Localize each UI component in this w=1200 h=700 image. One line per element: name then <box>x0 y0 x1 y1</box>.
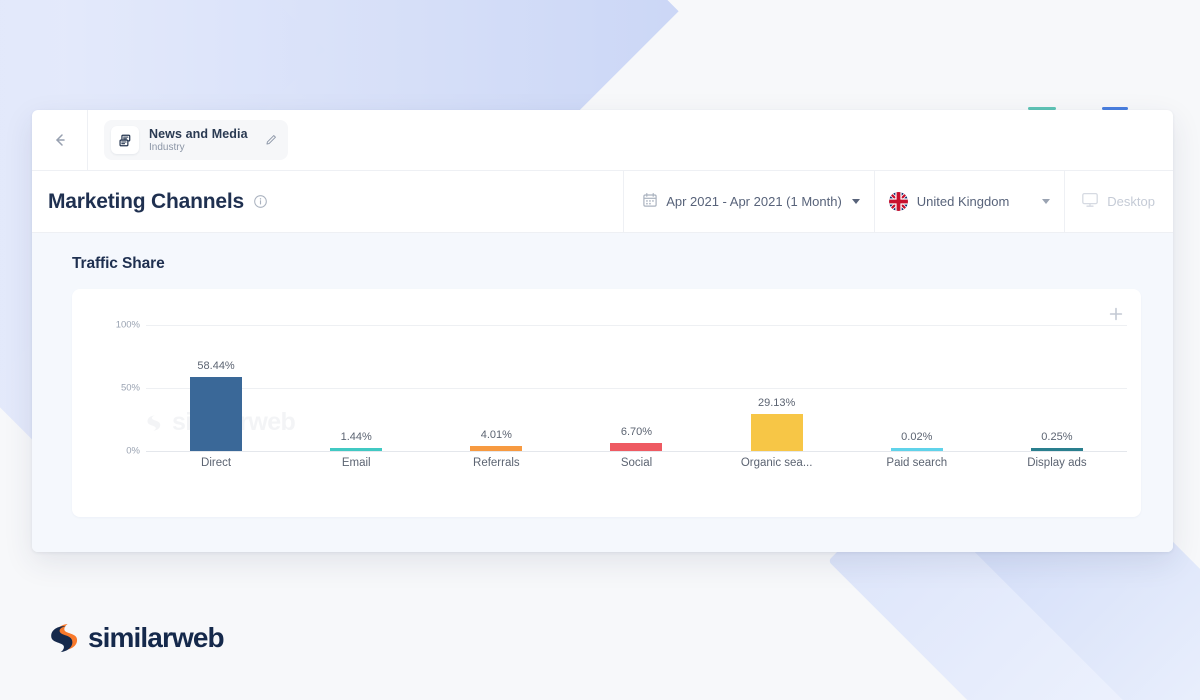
bar-column[interactable]: 6.70% <box>566 325 706 451</box>
y-tick-label: 50% <box>121 383 140 394</box>
industry-chip[interactable]: News and Media Industry <box>104 120 288 160</box>
x-axis-label: Referrals <box>426 457 566 469</box>
y-tick-label: 0% <box>126 446 140 457</box>
bar-value-label: 0.02% <box>901 431 932 443</box>
bar-value-label: 4.01% <box>481 429 512 441</box>
device-filter[interactable]: Desktop <box>1064 171 1173 232</box>
uk-flag-icon <box>889 192 908 211</box>
date-range-label: Apr 2021 - Apr 2021 (1 Month) <box>666 194 842 209</box>
x-axis-label: Organic sea... <box>707 457 847 469</box>
info-icon[interactable] <box>253 194 268 209</box>
similarweb-logo-text: similarweb <box>88 622 224 654</box>
top-bar: News and Media Industry <box>32 110 1173 171</box>
bar-rect[interactable] <box>470 446 522 451</box>
bar-value-label: 6.70% <box>621 426 652 438</box>
country-filter[interactable]: United Kingdom <box>874 171 1065 232</box>
calendar-icon <box>642 192 658 211</box>
bar-value-label: 58.44% <box>197 360 234 372</box>
section-title: Traffic Share <box>72 255 1173 273</box>
page-title-wrap: Marketing Channels <box>32 171 623 232</box>
bar-column[interactable]: 1.44% <box>286 325 426 451</box>
desktop-icon <box>1081 191 1099 212</box>
y-tick-label: 100% <box>116 320 140 331</box>
bar-value-label: 29.13% <box>758 397 795 409</box>
bar-column[interactable]: 0.25% <box>987 325 1127 451</box>
bar-rect[interactable] <box>891 448 943 451</box>
back-button[interactable] <box>32 110 88 171</box>
app-window: News and Media Industry Marketing Channe… <box>32 110 1173 552</box>
date-range-filter[interactable]: Apr 2021 - Apr 2021 (1 Month) <box>623 171 874 232</box>
newspaper-icon <box>111 126 139 154</box>
page-title: Marketing Channels <box>48 190 244 214</box>
bar-value-label: 0.25% <box>1041 431 1072 443</box>
x-axis-label: Social <box>566 457 706 469</box>
similarweb-logo: similarweb <box>48 622 224 654</box>
bar-chart-plot: similarweb 100% 50% 0% 58.44%1.44%4.01%6… <box>72 289 1141 517</box>
x-axis-label: Direct <box>146 457 286 469</box>
gridline-0 <box>146 451 1127 452</box>
bar-rect[interactable] <box>751 414 803 451</box>
chevron-down-icon <box>852 199 860 204</box>
traffic-share-chart-card: similarweb 100% 50% 0% 58.44%1.44%4.01%6… <box>72 289 1141 517</box>
page-header: Marketing Channels <box>32 171 1173 233</box>
chart-bars: 58.44% 1.44% 4.01% 6.70% 29.13% 0.02% 0.25% <box>146 325 1127 451</box>
chevron-down-icon <box>1042 199 1050 204</box>
bar-rect[interactable] <box>610 443 662 451</box>
device-label: Desktop <box>1107 194 1155 209</box>
similarweb-logo-mark <box>48 622 78 654</box>
x-axis-label: Email <box>286 457 426 469</box>
x-axis-labels: DirectEmailReferralsSocialOrganic sea...… <box>146 457 1127 469</box>
bar-column[interactable]: 29.13% <box>707 325 847 451</box>
bar-rect[interactable] <box>1031 448 1083 451</box>
pencil-icon[interactable] <box>264 133 278 147</box>
bar-rect[interactable] <box>330 448 382 451</box>
industry-chip-title: News and Media <box>149 127 248 141</box>
x-axis-label: Display ads <box>987 457 1127 469</box>
arrow-left-icon <box>50 130 70 150</box>
x-axis-label: Paid search <box>847 457 987 469</box>
country-label: United Kingdom <box>917 194 1010 209</box>
bar-column[interactable]: 0.02% <box>847 325 987 451</box>
bar-rect[interactable] <box>190 377 242 451</box>
window-peek-strip <box>32 101 1173 110</box>
industry-chip-subtitle: Industry <box>149 142 248 154</box>
y-axis: 100% 50% 0% <box>94 325 140 451</box>
bar-column[interactable]: 58.44% <box>146 325 286 451</box>
bar-column[interactable]: 4.01% <box>426 325 566 451</box>
content-area: Traffic Share similarweb <box>32 233 1173 552</box>
bar-value-label: 1.44% <box>341 431 372 443</box>
